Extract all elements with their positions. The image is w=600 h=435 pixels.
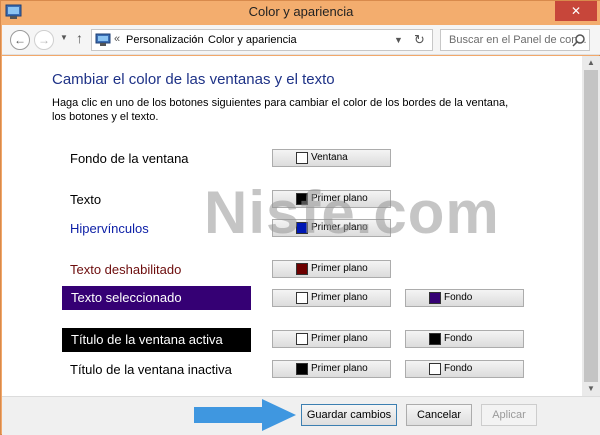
- forward-button[interactable]: →: [34, 30, 54, 50]
- close-button[interactable]: ✕: [555, 1, 597, 21]
- search-placeholder: Buscar en el Panel de con...: [449, 34, 587, 46]
- color-swatch: [296, 333, 308, 345]
- cancel-button[interactable]: Cancelar: [406, 404, 472, 426]
- fondo-ventana-button[interactable]: Ventana: [272, 149, 391, 167]
- titulo-activa-primer-plano-button[interactable]: Primer plano: [272, 330, 391, 348]
- texto-seleccionado-primer-plano-button[interactable]: Primer plano: [272, 289, 391, 307]
- address-dropdown-icon[interactable]: ▼: [394, 35, 403, 45]
- refresh-icon[interactable]: ↻: [414, 32, 425, 48]
- label-hipervinculos: Hipervínculos: [70, 221, 149, 236]
- pointer-arrow-icon: [194, 399, 296, 431]
- label-texto-seleccionado: Texto seleccionado: [62, 286, 251, 310]
- color-swatch: [296, 263, 308, 275]
- scroll-down-icon[interactable]: ▼: [587, 384, 595, 393]
- titulo-activa-fondo-button[interactable]: Fondo: [405, 330, 524, 348]
- save-button[interactable]: Guardar cambios: [301, 404, 397, 426]
- search-box[interactable]: Buscar en el Panel de con...: [440, 29, 590, 51]
- color-swatch: [296, 152, 308, 164]
- color-swatch: [429, 292, 441, 304]
- window: Color y apariencia ✕ ← → ▼ ↑ « Personali…: [0, 0, 600, 435]
- recent-pages-dropdown-icon[interactable]: ▼: [60, 33, 68, 42]
- back-button[interactable]: ←: [10, 30, 30, 50]
- up-arrow-icon[interactable]: ↑: [76, 30, 83, 46]
- label-titulo-activa: Título de la ventana activa: [62, 328, 251, 352]
- breadcrumb-color-apariencia[interactable]: Color y apariencia: [208, 34, 297, 46]
- color-swatch: [296, 292, 308, 304]
- color-swatch: [429, 363, 441, 375]
- titulo-inactiva-fondo-button[interactable]: Fondo: [405, 360, 524, 378]
- breadcrumb-overflow[interactable]: «: [114, 33, 120, 45]
- search-icon[interactable]: [572, 33, 586, 47]
- window-title: Color y apariencia: [248, 4, 354, 19]
- color-swatch: [296, 363, 308, 375]
- label-texto-deshabilitado: Texto deshabilitado: [70, 262, 182, 277]
- navigation-bar: ← → ▼ ↑ « Personalización › Color y apar…: [2, 25, 600, 55]
- label-titulo-inactiva: Título de la ventana inactiva: [70, 362, 232, 377]
- texto-seleccionado-fondo-button[interactable]: Fondo: [405, 289, 524, 307]
- watermark: Nisfe.com: [204, 179, 500, 246]
- color-swatch: [429, 333, 441, 345]
- title-bar[interactable]: Color y apariencia ✕: [1, 1, 600, 25]
- scroll-up-icon[interactable]: ▲: [587, 58, 595, 67]
- breadcrumb-personalizacion[interactable]: Personalización: [126, 34, 204, 46]
- apply-button[interactable]: Aplicar: [481, 404, 537, 426]
- label-texto: Texto: [70, 192, 102, 207]
- address-bar[interactable]: « Personalización › Color y apariencia ▼…: [91, 29, 433, 51]
- page-description: Haga clic en uno de los botones siguient…: [52, 97, 509, 123]
- control-panel-icon: [95, 33, 111, 46]
- page-title: Cambiar el color de las ventanas y el te…: [52, 71, 335, 88]
- breadcrumb-chevron-icon[interactable]: ›: [194, 34, 197, 44]
- vertical-scrollbar[interactable]: ▲ ▼: [582, 56, 600, 396]
- titulo-inactiva-primer-plano-button[interactable]: Primer plano: [272, 360, 391, 378]
- scrollbar-thumb[interactable]: [584, 70, 598, 382]
- texto-deshabilitado-primer-plano-button[interactable]: Primer plano: [272, 260, 391, 278]
- label-fondo-ventana: Fondo de la ventana: [70, 151, 189, 166]
